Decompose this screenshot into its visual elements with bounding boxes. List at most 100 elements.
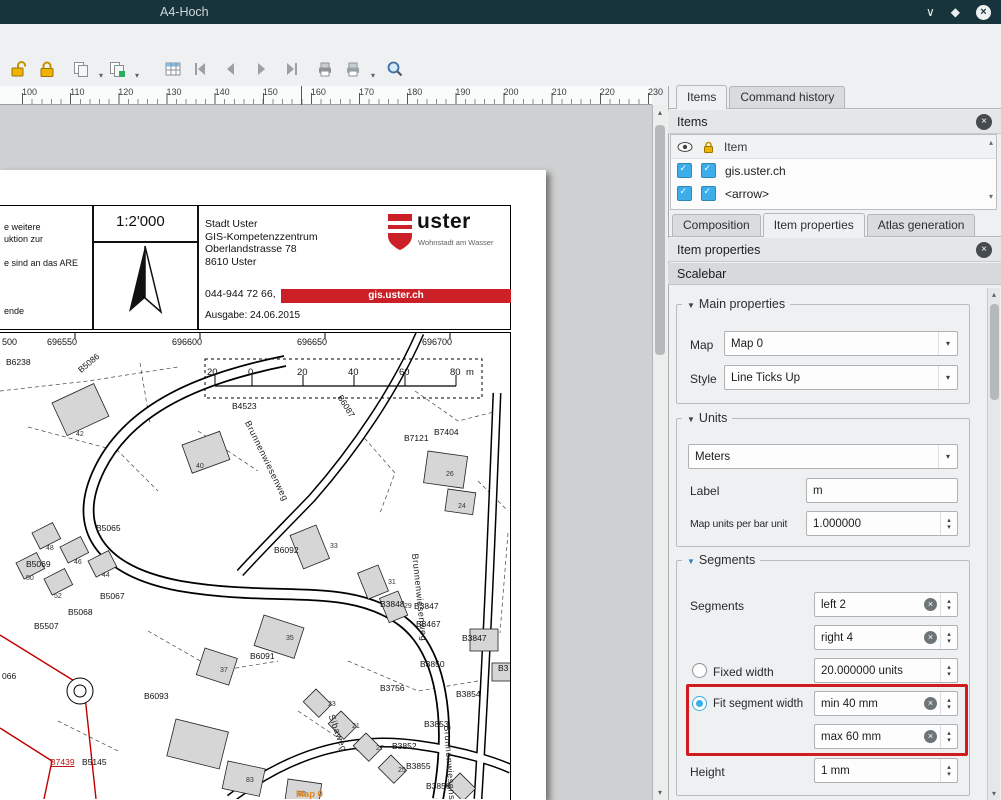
- panel-vertical-scrollbar[interactable]: ▴ ▾: [987, 288, 1000, 800]
- close-icon[interactable]: ×: [976, 5, 991, 20]
- lock-checkbox[interactable]: [701, 163, 716, 178]
- spin-value: 1.000000: [813, 518, 940, 530]
- scroll-down-icon[interactable]: ▾: [653, 788, 667, 797]
- label-field-value: m: [813, 485, 957, 497]
- align-items-button[interactable]: ▾: [104, 56, 130, 82]
- units-group-title[interactable]: ▼Units: [682, 411, 732, 425]
- tab-composition[interactable]: Composition: [672, 214, 761, 236]
- north-arrow-icon: [123, 244, 167, 318]
- scroll-down-icon[interactable]: ▾: [986, 192, 996, 201]
- scroll-up-icon[interactable]: ▴: [653, 108, 667, 117]
- tab-items[interactable]: Items: [676, 85, 727, 109]
- segments-right-spin[interactable]: right 4 × ▴▾: [814, 625, 958, 650]
- ruler-number: 180: [407, 87, 422, 97]
- scroll-up-icon[interactable]: ▴: [986, 138, 996, 147]
- segments-left-spin[interactable]: left 2 × ▴▾: [814, 592, 958, 617]
- style-combo[interactable]: Line Ticks Up ▾: [724, 365, 958, 390]
- map-item[interactable]: B6238B5086B4523B6087B7121B7404B5065B5069…: [0, 332, 511, 800]
- item-properties-dock-header: Item properties ×: [668, 238, 1001, 262]
- fixed-width-spin[interactable]: 20.000000 units ▴▾: [814, 658, 958, 683]
- chevron-down-icon: ▾: [938, 366, 957, 389]
- composer-canvas[interactable]: e weitere uktion zur e sind an das ARE e…: [0, 105, 652, 800]
- scroll-down-icon[interactable]: ▾: [988, 789, 1000, 798]
- uster-shield-logo: [386, 212, 414, 252]
- maximize-icon[interactable]: ◆: [951, 5, 960, 19]
- canvas-vertical-scrollbar[interactable]: ▴ ▾: [652, 105, 667, 800]
- left-text-line: uktion zur: [4, 234, 43, 244]
- refresh-view-button[interactable]: [160, 56, 186, 82]
- lock-items-icon: [37, 59, 57, 79]
- export-button[interactable]: ▾: [340, 56, 366, 82]
- dock-tabbar-props: Composition Item properties Atlas genera…: [668, 213, 1001, 237]
- map-label: Map: [690, 338, 713, 352]
- map-units-per-bar-spin[interactable]: 1.000000 ▴▾: [806, 511, 958, 536]
- shade-icon[interactable]: ∨: [926, 5, 935, 19]
- address-line: GIS-Kompetenzzentrum: [205, 231, 318, 244]
- atlas-prev-icon: [221, 59, 241, 79]
- map-units-per-bar-label: Map units per bar unit: [690, 518, 787, 530]
- close-icon[interactable]: ×: [976, 114, 992, 130]
- item-row[interactable]: gis.uster.ch: [671, 159, 996, 182]
- label-field[interactable]: m: [806, 478, 958, 503]
- atlas-last-icon: [281, 59, 301, 79]
- items-tree[interactable]: Item gis.uster.ch <arrow>: [670, 134, 997, 210]
- map-combo[interactable]: Map 0 ▾: [724, 331, 958, 356]
- unlock-items-icon: [9, 59, 29, 79]
- align-items-icon: [107, 59, 127, 79]
- visibility-checkbox[interactable]: [677, 186, 692, 201]
- atlas-next-button[interactable]: [248, 56, 274, 82]
- tab-item-properties[interactable]: Item properties: [763, 213, 865, 237]
- spin-arrows[interactable]: ▴▾: [940, 659, 957, 682]
- dropdown-caret-icon[interactable]: ▾: [135, 71, 139, 80]
- fixed-width-radio[interactable]: [692, 663, 707, 678]
- spin-arrows[interactable]: ▴▾: [940, 593, 957, 616]
- raise-items-button[interactable]: ▾: [68, 56, 94, 82]
- lock-items-button[interactable]: [34, 56, 60, 82]
- main-properties-group-title[interactable]: ▼Main properties: [682, 297, 790, 311]
- tab-command-history[interactable]: Command history: [729, 86, 845, 108]
- print-button[interactable]: [312, 56, 338, 82]
- composition-page[interactable]: e weitere uktion zur e sind an das ARE e…: [0, 170, 546, 800]
- export-icon: [343, 59, 363, 79]
- dock-tabbar-top: Items Command history: [668, 86, 1001, 109]
- atlas-last-button[interactable]: [278, 56, 304, 82]
- item-type-bar: Scalebar: [668, 263, 1001, 285]
- atlas-first-button[interactable]: [188, 56, 214, 82]
- atlas-prev-button[interactable]: [218, 56, 244, 82]
- scrollbar-handle[interactable]: [655, 125, 665, 355]
- lock-checkbox[interactable]: [701, 186, 716, 201]
- unlock-items-button[interactable]: [6, 56, 32, 82]
- ruler-number: 210: [552, 87, 567, 97]
- units-combo[interactable]: Meters ▾: [688, 444, 958, 469]
- clear-icon[interactable]: ×: [924, 631, 937, 644]
- scroll-up-icon[interactable]: ▴: [988, 290, 1000, 299]
- dropdown-caret-icon[interactable]: ▾: [99, 71, 103, 80]
- items-tree-header: Item: [671, 135, 996, 159]
- visibility-checkbox[interactable]: [677, 163, 692, 178]
- clear-icon[interactable]: ×: [924, 598, 937, 611]
- ruler-number: 230: [648, 87, 663, 97]
- spin-arrows[interactable]: ▴▾: [940, 626, 957, 649]
- height-spin[interactable]: 1 mm ▴▾: [814, 758, 958, 783]
- title-bar[interactable]: A4-Hoch ∨ ◆ ×: [0, 0, 1001, 24]
- ruler-cursor-marker: [301, 86, 302, 105]
- fixed-width-label: Fixed width: [713, 665, 774, 679]
- logo-name-text: uster: [417, 210, 471, 234]
- refresh-view-icon: [163, 59, 183, 79]
- scrollbar-handle[interactable]: [990, 304, 999, 400]
- item-row[interactable]: <arrow>: [671, 182, 996, 205]
- spin-arrows[interactable]: ▴▾: [940, 512, 957, 535]
- close-icon[interactable]: ×: [976, 242, 992, 258]
- spin-arrows[interactable]: ▴▾: [940, 759, 957, 782]
- dropdown-caret-icon[interactable]: ▾: [371, 71, 375, 80]
- tab-atlas-generation[interactable]: Atlas generation: [867, 214, 976, 236]
- ruler-number: 170: [359, 87, 374, 97]
- segments-group-title[interactable]: ▼Segments: [682, 553, 760, 567]
- address-line: 8610 Uster: [205, 256, 318, 269]
- item-label: gis.uster.ch: [725, 164, 786, 178]
- address-line: Oberlandstrasse 78: [205, 243, 318, 256]
- chevron-down-icon: ▾: [938, 332, 957, 355]
- ruler-number: 110: [70, 87, 84, 97]
- zoom-full-button[interactable]: [382, 56, 408, 82]
- ruler-number: 220: [600, 87, 615, 97]
